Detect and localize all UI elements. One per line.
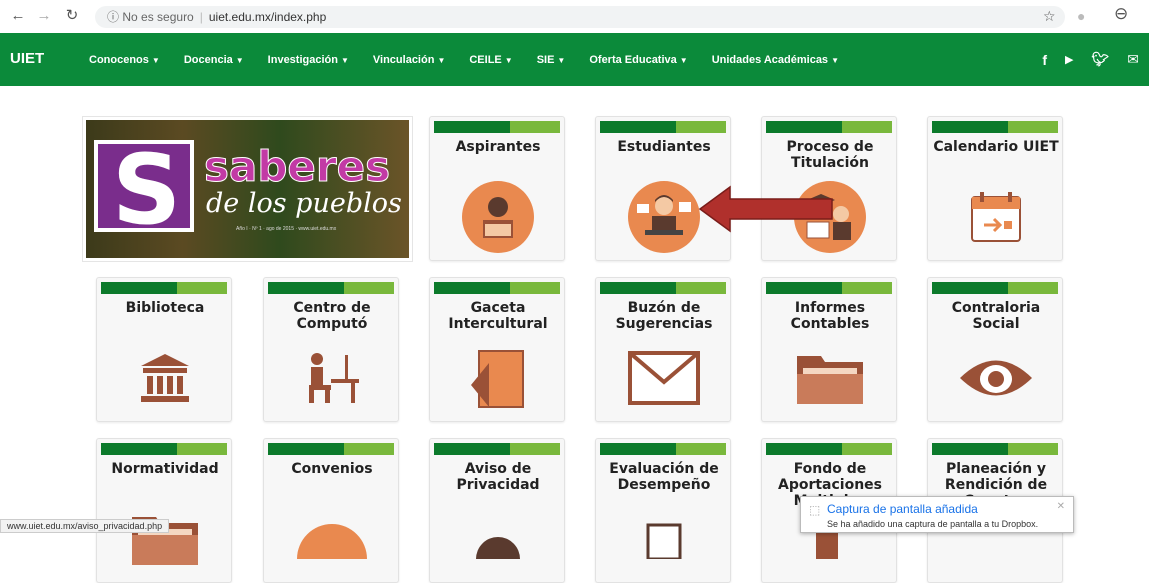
status-bar-url: www.uiet.edu.mx/aviso_privacidad.php <box>0 519 170 533</box>
annotation-arrow <box>698 185 833 233</box>
dropbox-notification[interactable]: ⬚ Captura de pantalla añadida Se ha añad… <box>800 496 1074 533</box>
notification-body: Se ha añadido una captura de pantalla a … <box>827 519 1039 529</box>
notification-title: Captura de pantalla añadida <box>827 502 978 516</box>
close-icon[interactable]: ✕ <box>1057 501 1065 512</box>
dropbox-icon: ⬚ <box>809 503 821 517</box>
